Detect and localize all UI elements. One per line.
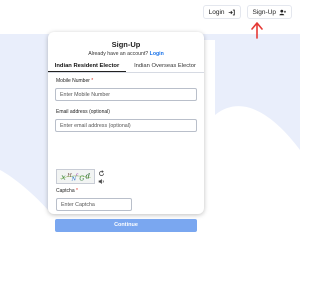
red-arrow-up-icon — [251, 22, 263, 39]
refresh-icon[interactable] — [98, 170, 105, 177]
mobile-number-input[interactable]: Enter Mobile Number — [55, 88, 197, 101]
speaker-icon[interactable] — [98, 178, 105, 185]
account-prompt-text: Already have an account? — [88, 51, 149, 57]
captcha-image: x H N c G d — [56, 169, 95, 184]
captcha-input[interactable]: Enter Captcha — [56, 198, 132, 211]
account-prompt: Already have an account? Login — [48, 51, 204, 57]
login-button-label: Login — [208, 8, 225, 16]
login-icon — [228, 9, 235, 15]
tab-indian-resident-elector[interactable]: Indian Resident Elector — [48, 60, 126, 72]
signup-title: Sign-Up — [111, 40, 141, 49]
email-input[interactable]: Enter email address (optional) — [55, 119, 197, 132]
add-user-icon — [279, 9, 286, 15]
continue-button[interactable]: Continue — [55, 219, 197, 232]
signup-button[interactable]: Sign-Up — [246, 5, 292, 19]
signup-button-label: Sign-Up — [252, 8, 276, 16]
mobile-number-label-text: Mobile Number — [56, 78, 90, 84]
elector-tabs: Indian Resident Elector Indian Overseas … — [48, 60, 204, 73]
email-label: Email address (optional) — [56, 109, 110, 115]
top-bar: Login Sign-Up — [202, 5, 292, 19]
tab-indian-overseas-elector[interactable]: Indian Overseas Elector — [126, 60, 204, 72]
mobile-number-label: Mobile Number * — [56, 78, 93, 84]
login-button[interactable]: Login — [202, 5, 241, 19]
required-marker: * — [91, 78, 94, 84]
captcha-label: Captcha * — [56, 188, 78, 194]
login-link[interactable]: Login — [150, 51, 164, 57]
captcha-label-text: Captcha — [56, 188, 75, 194]
signup-card: Sign-Up Already have an account? Login I… — [48, 32, 204, 232]
required-marker: * — [76, 188, 78, 194]
svg-text:c: c — [76, 173, 79, 178]
